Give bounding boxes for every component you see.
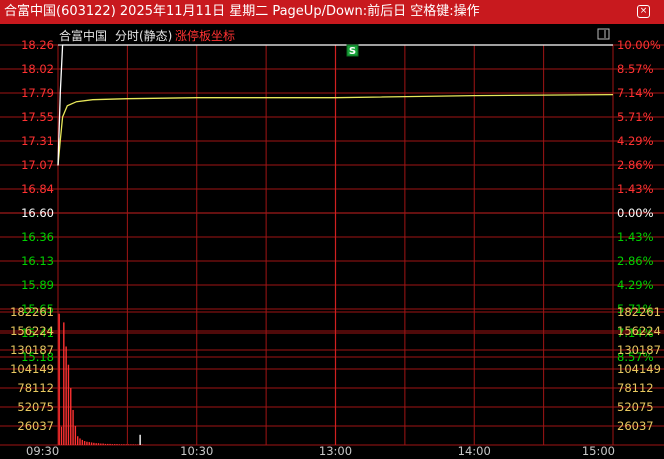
time-tick-label: 10:30 (180, 444, 213, 458)
pct-tick-label: 5.71% (617, 110, 654, 124)
price-tick-label: 18.02 (21, 62, 54, 76)
volume-tick-label: 156224 (617, 324, 661, 338)
pct-tick-label: 7.14% (617, 86, 654, 100)
time-tick-label: 09:30 (26, 444, 59, 458)
pct-tick-label: 1.43% (617, 182, 654, 196)
price-tick-label: 17.07 (21, 158, 54, 172)
price-tick-label: 16.84 (21, 182, 54, 196)
volume-bar (114, 444, 116, 445)
price-tick-label: 15.89 (21, 278, 54, 292)
time-tick-label: 15:00 (582, 444, 615, 458)
pct-tick-label: 4.29% (617, 134, 654, 148)
close-icon[interactable]: × (637, 5, 650, 18)
volume-tick-label: 182261 (617, 305, 661, 319)
volume-bar (63, 322, 65, 445)
title-bar: 合富中国(603122) 2025年11月11日 星期二 PageUp/Down… (0, 0, 664, 24)
volume-bar (109, 443, 111, 445)
price-tick-label: 17.79 (21, 86, 54, 100)
price-tick-label: 16.60 (21, 206, 54, 220)
intraday-chart: 18.26 18.02 17.79 17.55 17.31 17.07 16.84 16.60… (0, 28, 664, 458)
pct-tick-label: 0.00% (617, 206, 654, 220)
volume-tick-label: 78112 (617, 381, 654, 395)
volume-bar (107, 443, 109, 445)
volume-tick-label: 104149 (617, 362, 661, 376)
volume-bar (77, 436, 79, 445)
volume-bar (81, 439, 84, 445)
pct-tick-label: 10.00% (617, 38, 661, 52)
time-tick-label: 13:00 (319, 444, 352, 458)
volume-bar (79, 438, 81, 445)
signal-label: S (349, 46, 356, 57)
trade-signal-marker[interactable]: S (346, 44, 359, 57)
volume-tick-label: 104149 (10, 362, 54, 376)
price-tick-label: 16.36 (21, 230, 54, 244)
volume-bar (125, 444, 127, 445)
volume-tick-label: 156224 (10, 324, 54, 338)
volume-tick-label: 26037 (17, 419, 54, 433)
volume-tick-label: 130187 (617, 343, 661, 357)
volume-tick-label: 26037 (617, 419, 654, 433)
volume-bar (88, 442, 90, 445)
chart-grid (0, 44, 664, 446)
volume-bar (95, 443, 97, 445)
volume-bar (72, 409, 74, 445)
volume-bar (102, 443, 104, 445)
volume-bar (120, 444, 123, 445)
chart-mode: 分时(静态) (115, 29, 172, 43)
volume-bar (123, 444, 125, 445)
price-tick-label: 18.26 (21, 38, 54, 52)
volume-bar (141, 444, 144, 445)
chart-header: 合富中国 分时(静态) 涨停板坐标 (59, 28, 610, 43)
volume-bar (139, 434, 141, 445)
volume-bar (100, 443, 102, 445)
pct-tick-label: 4.29% (617, 278, 654, 292)
volume-tick-label: 52075 (17, 400, 54, 414)
window-title: 合富中国(603122) 2025年11月11日 星期二 PageUp/Down… (4, 4, 480, 19)
volume-bar (97, 443, 100, 445)
volume-bar (60, 426, 63, 445)
layout-toggle-icon[interactable] (597, 28, 610, 40)
volume-bar (83, 440, 86, 445)
volume-bar (111, 444, 114, 445)
pct-tick-label: 2.86% (617, 254, 654, 268)
price-tick-label: 17.55 (21, 110, 54, 124)
pct-tick-label: 8.57% (617, 62, 654, 76)
volume-bar (132, 444, 134, 445)
volume-bar (74, 426, 77, 445)
volume-bar (58, 313, 60, 445)
volume-bar (67, 364, 70, 445)
stock-name: 合富中国 (59, 28, 107, 43)
pct-tick-label: 1.43% (617, 230, 654, 244)
volume-bar (104, 443, 107, 445)
volume-bar (93, 442, 95, 445)
volume-bar (65, 346, 67, 445)
volume-bar (70, 388, 72, 445)
time-tick-label: 14:00 (458, 444, 491, 458)
volume-bar (130, 444, 132, 445)
volume-bar (116, 444, 118, 445)
volume-bar (90, 442, 93, 445)
volume-tick-label: 182261 (10, 305, 54, 319)
volume-bar (86, 441, 88, 445)
volume-bar (137, 444, 139, 445)
volume-tick-label: 52075 (617, 400, 654, 414)
volume-tick-label: 78112 (17, 381, 54, 395)
price-tick-label: 16.13 (21, 254, 54, 268)
price-tick-label: 17.31 (21, 134, 54, 148)
volume-bar (118, 444, 121, 445)
volume-tick-label: 130187 (10, 343, 54, 357)
limit-coord-label[interactable]: 涨停板坐标 (175, 28, 235, 43)
pct-tick-label: 2.86% (617, 158, 654, 172)
volume-bar (127, 444, 130, 445)
volume-bar (134, 444, 137, 445)
